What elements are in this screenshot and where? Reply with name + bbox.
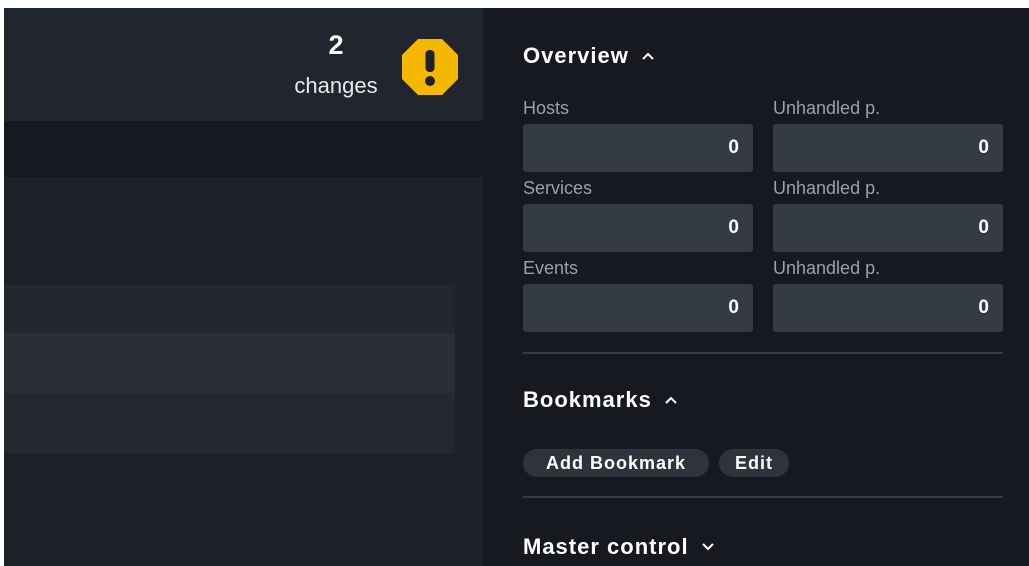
services-label: Services	[523, 178, 593, 198]
services-unhandled-count[interactable]: 0	[773, 204, 1003, 252]
changes-count[interactable]: 2	[304, 30, 368, 60]
chevron-up-icon	[665, 396, 677, 404]
top-bar: 2 changes	[4, 8, 483, 121]
changes-label[interactable]: changes	[284, 73, 388, 99]
overview-header[interactable]: Overview	[523, 43, 655, 69]
chevron-up-icon	[642, 52, 654, 60]
divider	[523, 352, 1003, 354]
master-control-header[interactable]: Master control	[523, 534, 715, 560]
events-unhandled-label: Unhandled p.	[773, 258, 881, 278]
list-row	[4, 393, 455, 453]
events-label: Events	[523, 258, 579, 278]
list-row	[4, 333, 455, 393]
add-bookmark-button[interactable]: Add Bookmark	[523, 449, 709, 477]
overview-title: Overview	[523, 43, 629, 68]
events-unhandled-count[interactable]: 0	[773, 284, 1003, 332]
services-count[interactable]: 0	[523, 204, 753, 252]
hosts-label: Hosts	[523, 98, 570, 118]
list-row	[4, 285, 455, 333]
master-control-title: Master control	[523, 534, 689, 559]
events-count[interactable]: 0	[523, 284, 753, 332]
main-panel: 2 changes	[4, 8, 483, 566]
sidebar: Overview Hosts Unhandled p. 0 0 Services…	[483, 8, 1029, 566]
exclamation-octagon-icon[interactable]	[401, 38, 459, 96]
divider	[523, 496, 1003, 498]
edit-bookmarks-button[interactable]: Edit	[719, 449, 789, 477]
chevron-down-icon	[701, 543, 714, 551]
bookmarks-title: Bookmarks	[523, 387, 652, 412]
hosts-unhandled-count[interactable]: 0	[773, 124, 1003, 172]
services-unhandled-label: Unhandled p.	[773, 178, 881, 198]
hosts-count[interactable]: 0	[523, 124, 753, 172]
bookmarks-header[interactable]: Bookmarks	[523, 387, 678, 413]
header-strip	[4, 121, 483, 177]
hosts-unhandled-label: Unhandled p.	[773, 98, 881, 118]
